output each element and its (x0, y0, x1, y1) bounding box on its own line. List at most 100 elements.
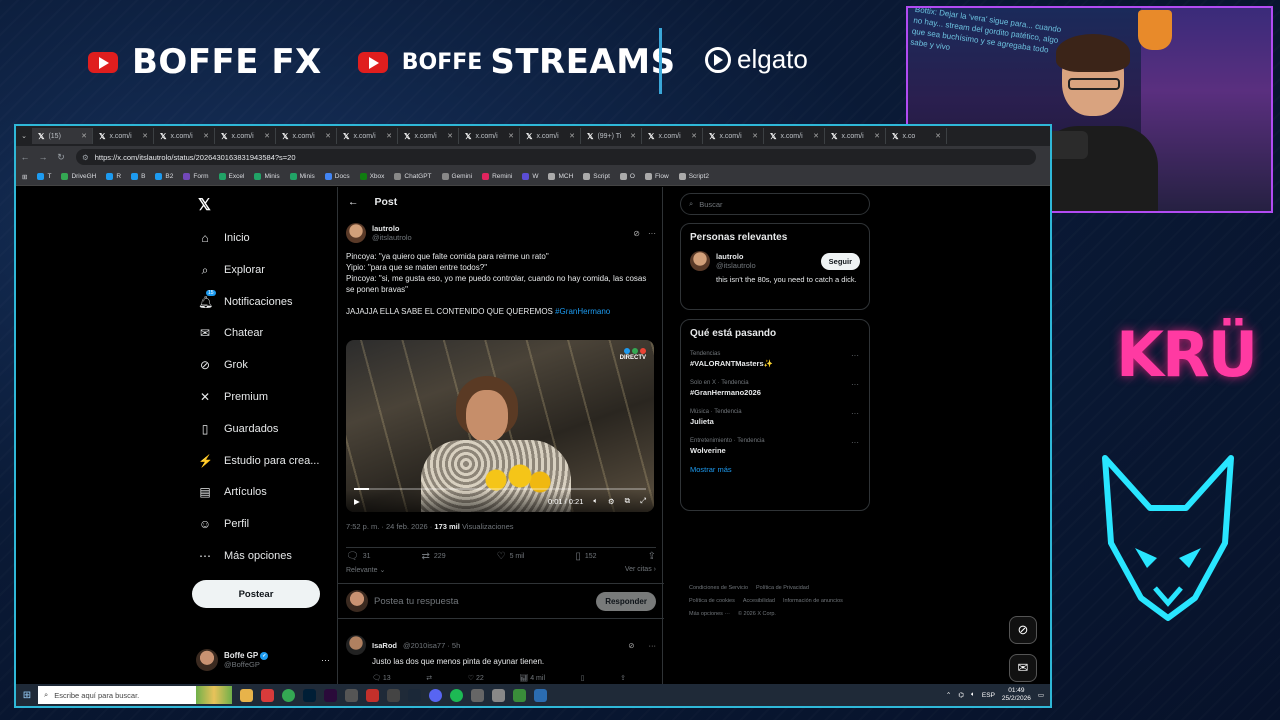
chrome-icon[interactable] (282, 688, 295, 702)
show-more-link[interactable]: Mostrar más (681, 463, 869, 484)
notifications-icon[interactable]: ▭ (1038, 691, 1044, 699)
grok-icon[interactable]: ⊘ (628, 641, 634, 650)
nav-item-notificaciones[interactable]: 🔔︎ Notificaciones 15 (198, 289, 292, 309)
footer-link[interactable]: Más opciones ··· (689, 608, 730, 621)
relevant-person[interactable]: lautrolo @itslautrolo Seguir (681, 251, 869, 271)
browser-tab[interactable]: 𝕏x.com/i ✕ (459, 128, 520, 144)
close-tab-icon[interactable]: ✕ (813, 132, 819, 140)
url-field[interactable]: ⚙ https://x.com/itslautrolo/status/20264… (76, 149, 1036, 165)
nav-item-guardados[interactable]: ▯ Guardados (198, 422, 279, 436)
close-tab-icon[interactable]: ✕ (752, 132, 758, 140)
app-icon[interactable] (492, 688, 505, 702)
footer-link[interactable]: Condiciones de Servicio (689, 582, 748, 595)
browser-tab[interactable]: 𝕏x.com/i ✕ (154, 128, 215, 144)
bookmark-item[interactable]: Excel (218, 173, 244, 180)
close-tab-icon[interactable]: ✕ (386, 132, 392, 140)
bookmark-item[interactable]: Form (183, 173, 209, 180)
apps-grid-icon[interactable]: ⊞ (22, 173, 27, 181)
post-button[interactable]: Postear (192, 580, 320, 608)
reply-repost-action[interactable]: ⇄ (426, 674, 432, 682)
tweet-time[interactable]: 7:52 p. m. · 24 feb. 2026 · (346, 522, 432, 531)
footer-link[interactable]: © 2026 X Corp. (738, 608, 776, 621)
messages-fab-icon[interactable]: ✉ (1009, 654, 1037, 682)
browser-tab[interactable]: 𝕏x.com/i ✕ (215, 128, 276, 144)
footer-link[interactable]: Política de Privacidad (756, 582, 809, 595)
app-icon[interactable] (513, 688, 526, 702)
trend-item[interactable]: Tendencias #VALORANTMasters✨ ··· (681, 347, 869, 376)
bookmark-item[interactable]: Xbox (359, 173, 384, 180)
grok-icon[interactable]: ⊘ (633, 229, 640, 238)
author-handle[interactable]: @itslautrolo (372, 233, 412, 242)
language-indicator[interactable]: ESP (982, 692, 995, 699)
pip-icon[interactable]: ⧉ (625, 496, 630, 506)
grok-fab-icon[interactable]: ⊘ (1009, 616, 1037, 644)
back-icon[interactable]: ← (16, 152, 34, 162)
bookmark-item[interactable]: Remini (482, 173, 512, 180)
reload-icon[interactable]: ↻ (52, 152, 70, 163)
bookmark-item[interactable]: MCH (548, 173, 573, 180)
bookmark-item[interactable]: O (619, 173, 635, 180)
trend-more-icon[interactable]: ··· (851, 438, 859, 447)
app-icon[interactable] (366, 688, 379, 702)
spotify-icon[interactable] (450, 688, 463, 702)
account-switcher[interactable]: Boffe GP ✓ @BoffeGP ··· (196, 649, 330, 671)
author-avatar[interactable] (346, 223, 366, 243)
tweet-video[interactable]: DIRECTV ▶ 0:01 / 0:21 🔈︎ ⚙ ⧉ ⤢ (346, 340, 654, 512)
bookmark-item[interactable]: W (522, 173, 538, 180)
volume-icon[interactable]: 🔈︎ (971, 691, 975, 699)
reply-input[interactable]: Postea tu respuesta (374, 596, 459, 607)
reply-avatar[interactable] (346, 635, 366, 655)
footer-link[interactable]: Información de anuncios (783, 595, 843, 608)
quotes-link[interactable]: Ver citas › (625, 566, 656, 574)
browser-tab[interactable]: 𝕏x.com/i ✕ (337, 128, 398, 144)
clock[interactable]: 01:49 25/2/2026 (1002, 687, 1031, 703)
bookmark-item[interactable]: Flow (644, 173, 669, 180)
bookmark-item[interactable]: T (37, 173, 51, 180)
reply-reply-action[interactable]: 🗨︎ 13 (372, 674, 391, 682)
nav-item-estudio-para-crea[interactable]: ⚡ Estudio para crea... (198, 454, 319, 468)
sort-dropdown[interactable]: Relevante ⌄ (346, 566, 385, 574)
browser-tab[interactable]: 𝕏x.com/i ✕ (398, 128, 459, 144)
browser-tab[interactable]: 𝕏x.com/i ✕ (276, 128, 337, 144)
close-tab-icon[interactable]: ✕ (447, 132, 453, 140)
bookmark-item[interactable]: R (106, 173, 121, 180)
close-tab-icon[interactable]: ✕ (874, 132, 880, 140)
nav-item-explorar[interactable]: ⌕ Explorar (198, 263, 265, 277)
close-tab-icon[interactable]: ✕ (81, 132, 87, 140)
windows-start-icon[interactable]: ⊞ (16, 690, 38, 701)
nav-item-perfil[interactable]: ☺ Perfil (198, 517, 249, 531)
file-explorer-icon[interactable] (240, 688, 253, 702)
author-name[interactable]: lautrolo (372, 224, 412, 233)
nav-item-grok[interactable]: ⊘ Grok (198, 358, 248, 372)
taskbar-search[interactable]: ⌕ Escribe aquí para buscar. (38, 686, 196, 704)
search-input[interactable]: ⌕ Buscar (680, 193, 870, 215)
nav-item-inicio[interactable]: ⌂ Inicio (198, 231, 249, 245)
close-tab-icon[interactable]: ✕ (691, 132, 697, 140)
nav-item-chatear[interactable]: ✉ Chatear (198, 326, 263, 340)
bookmark-action[interactable]: ▯ 152 (575, 551, 596, 562)
bookmark-item[interactable]: DriveGH (61, 173, 96, 180)
volume-icon[interactable]: 🔈︎ (593, 496, 598, 506)
browser-tab[interactable]: 𝕏x.com/i ✕ (642, 128, 703, 144)
site-info-icon[interactable]: ⚙ (82, 153, 89, 162)
browser-tab[interactable]: 𝕏 (99+) Ti ✕ (581, 128, 642, 144)
close-tab-icon[interactable]: ✕ (630, 132, 636, 140)
browser-tab[interactable]: 𝕏x.com/i ✕ (703, 128, 764, 144)
back-arrow-icon[interactable]: ← (348, 196, 359, 208)
account-more-icon[interactable]: ··· (321, 655, 330, 665)
x-logo-icon[interactable]: 𝕏 (198, 195, 211, 215)
nav-item-más-opciones[interactable]: ⋯ Más opciones (198, 549, 292, 563)
reply-like-action[interactable]: ♡ 22 (468, 674, 484, 682)
bookmark-item[interactable]: Script2 (678, 173, 709, 180)
browser-tab[interactable]: 𝕏x.com/i ✕ (93, 128, 154, 144)
browser-tab[interactable]: 𝕏x.com/i ✕ (764, 128, 825, 144)
more-icon[interactable]: ··· (648, 229, 656, 238)
forward-icon[interactable]: → (34, 152, 52, 162)
close-tab-icon[interactable]: ✕ (569, 132, 575, 140)
settings-icon[interactable]: ⚙ (608, 497, 615, 506)
reply-share-action[interactable]: ⇪ (620, 674, 626, 682)
bookmark-item[interactable]: B2 (155, 173, 173, 180)
close-tab-icon[interactable]: ✕ (508, 132, 514, 140)
reply-views-action[interactable]: 📊︎ 4 mil (519, 674, 545, 682)
premiere-icon[interactable] (324, 688, 337, 702)
